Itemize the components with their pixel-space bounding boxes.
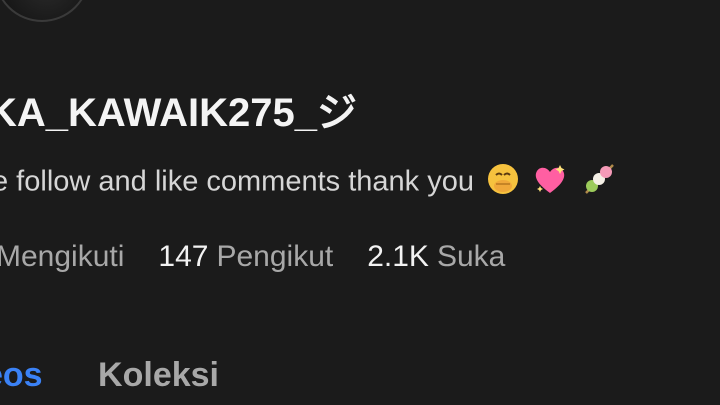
hand-over-mouth-emoji-icon xyxy=(486,162,520,204)
likes-label: Suka xyxy=(436,240,506,273)
following-label: Mengikuti xyxy=(0,240,125,273)
stat-following[interactable]: Mengikuti xyxy=(0,240,124,274)
profile-screen: KA_KAWAIK275_ジ e follow and like comment… xyxy=(0,0,720,405)
profile-stats: Mengikuti 147 Pengikut 2.1K Suka xyxy=(0,240,539,274)
profile-username: KA_KAWAIK275_ジ xyxy=(0,91,358,135)
bio-text: e follow and like comments thank you xyxy=(0,165,474,198)
stat-followers[interactable]: 147 Pengikut xyxy=(158,240,333,274)
avatar[interactable] xyxy=(0,0,90,22)
stat-likes[interactable]: 2.1K Suka xyxy=(367,240,505,274)
followers-count: 147 xyxy=(158,240,209,273)
sparkling-heart-emoji-icon xyxy=(532,162,568,204)
tab-videos[interactable]: eos xyxy=(0,356,43,395)
tab-collections[interactable]: Koleksi xyxy=(98,356,219,395)
profile-bio: e follow and like comments thank you xyxy=(0,160,618,206)
profile-tabs: eos Koleksi xyxy=(0,356,265,395)
followers-label: Pengikut xyxy=(216,240,334,273)
dango-emoji-icon xyxy=(580,160,618,206)
likes-count: 2.1K xyxy=(367,240,429,273)
